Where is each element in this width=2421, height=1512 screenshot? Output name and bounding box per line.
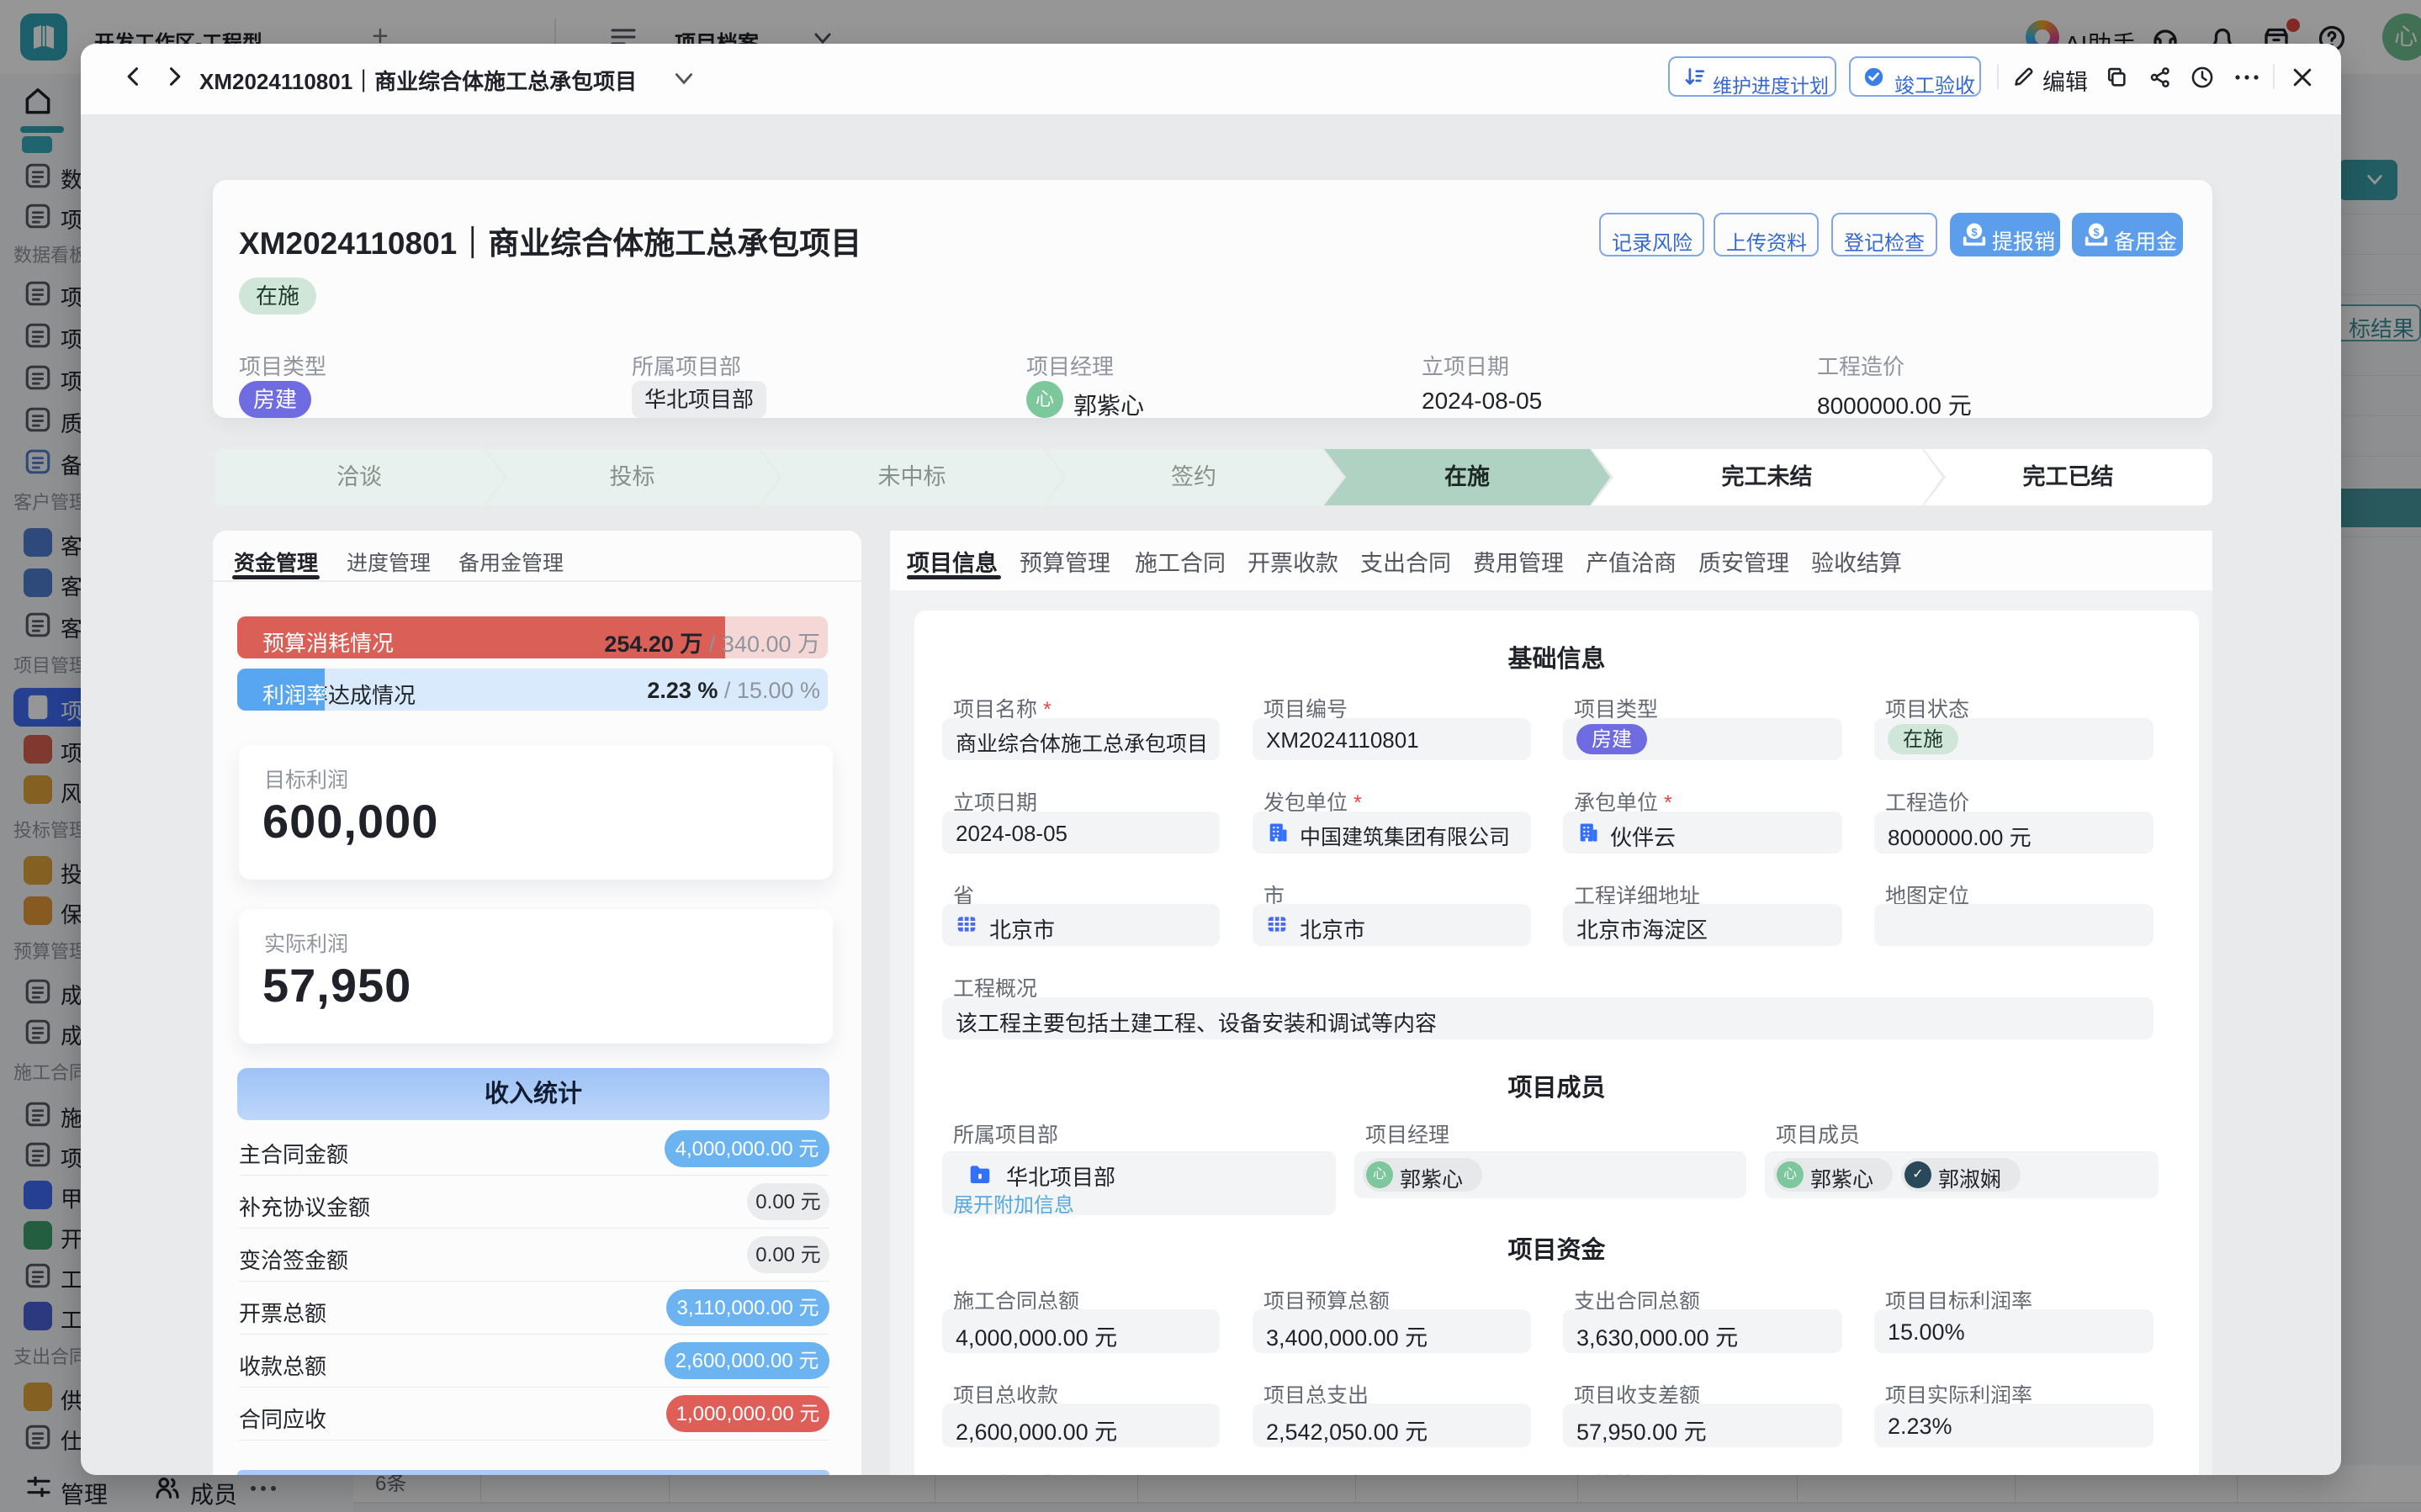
- svg-text:$: $: [2093, 225, 2099, 238]
- svg-text:$: $: [1971, 225, 1977, 238]
